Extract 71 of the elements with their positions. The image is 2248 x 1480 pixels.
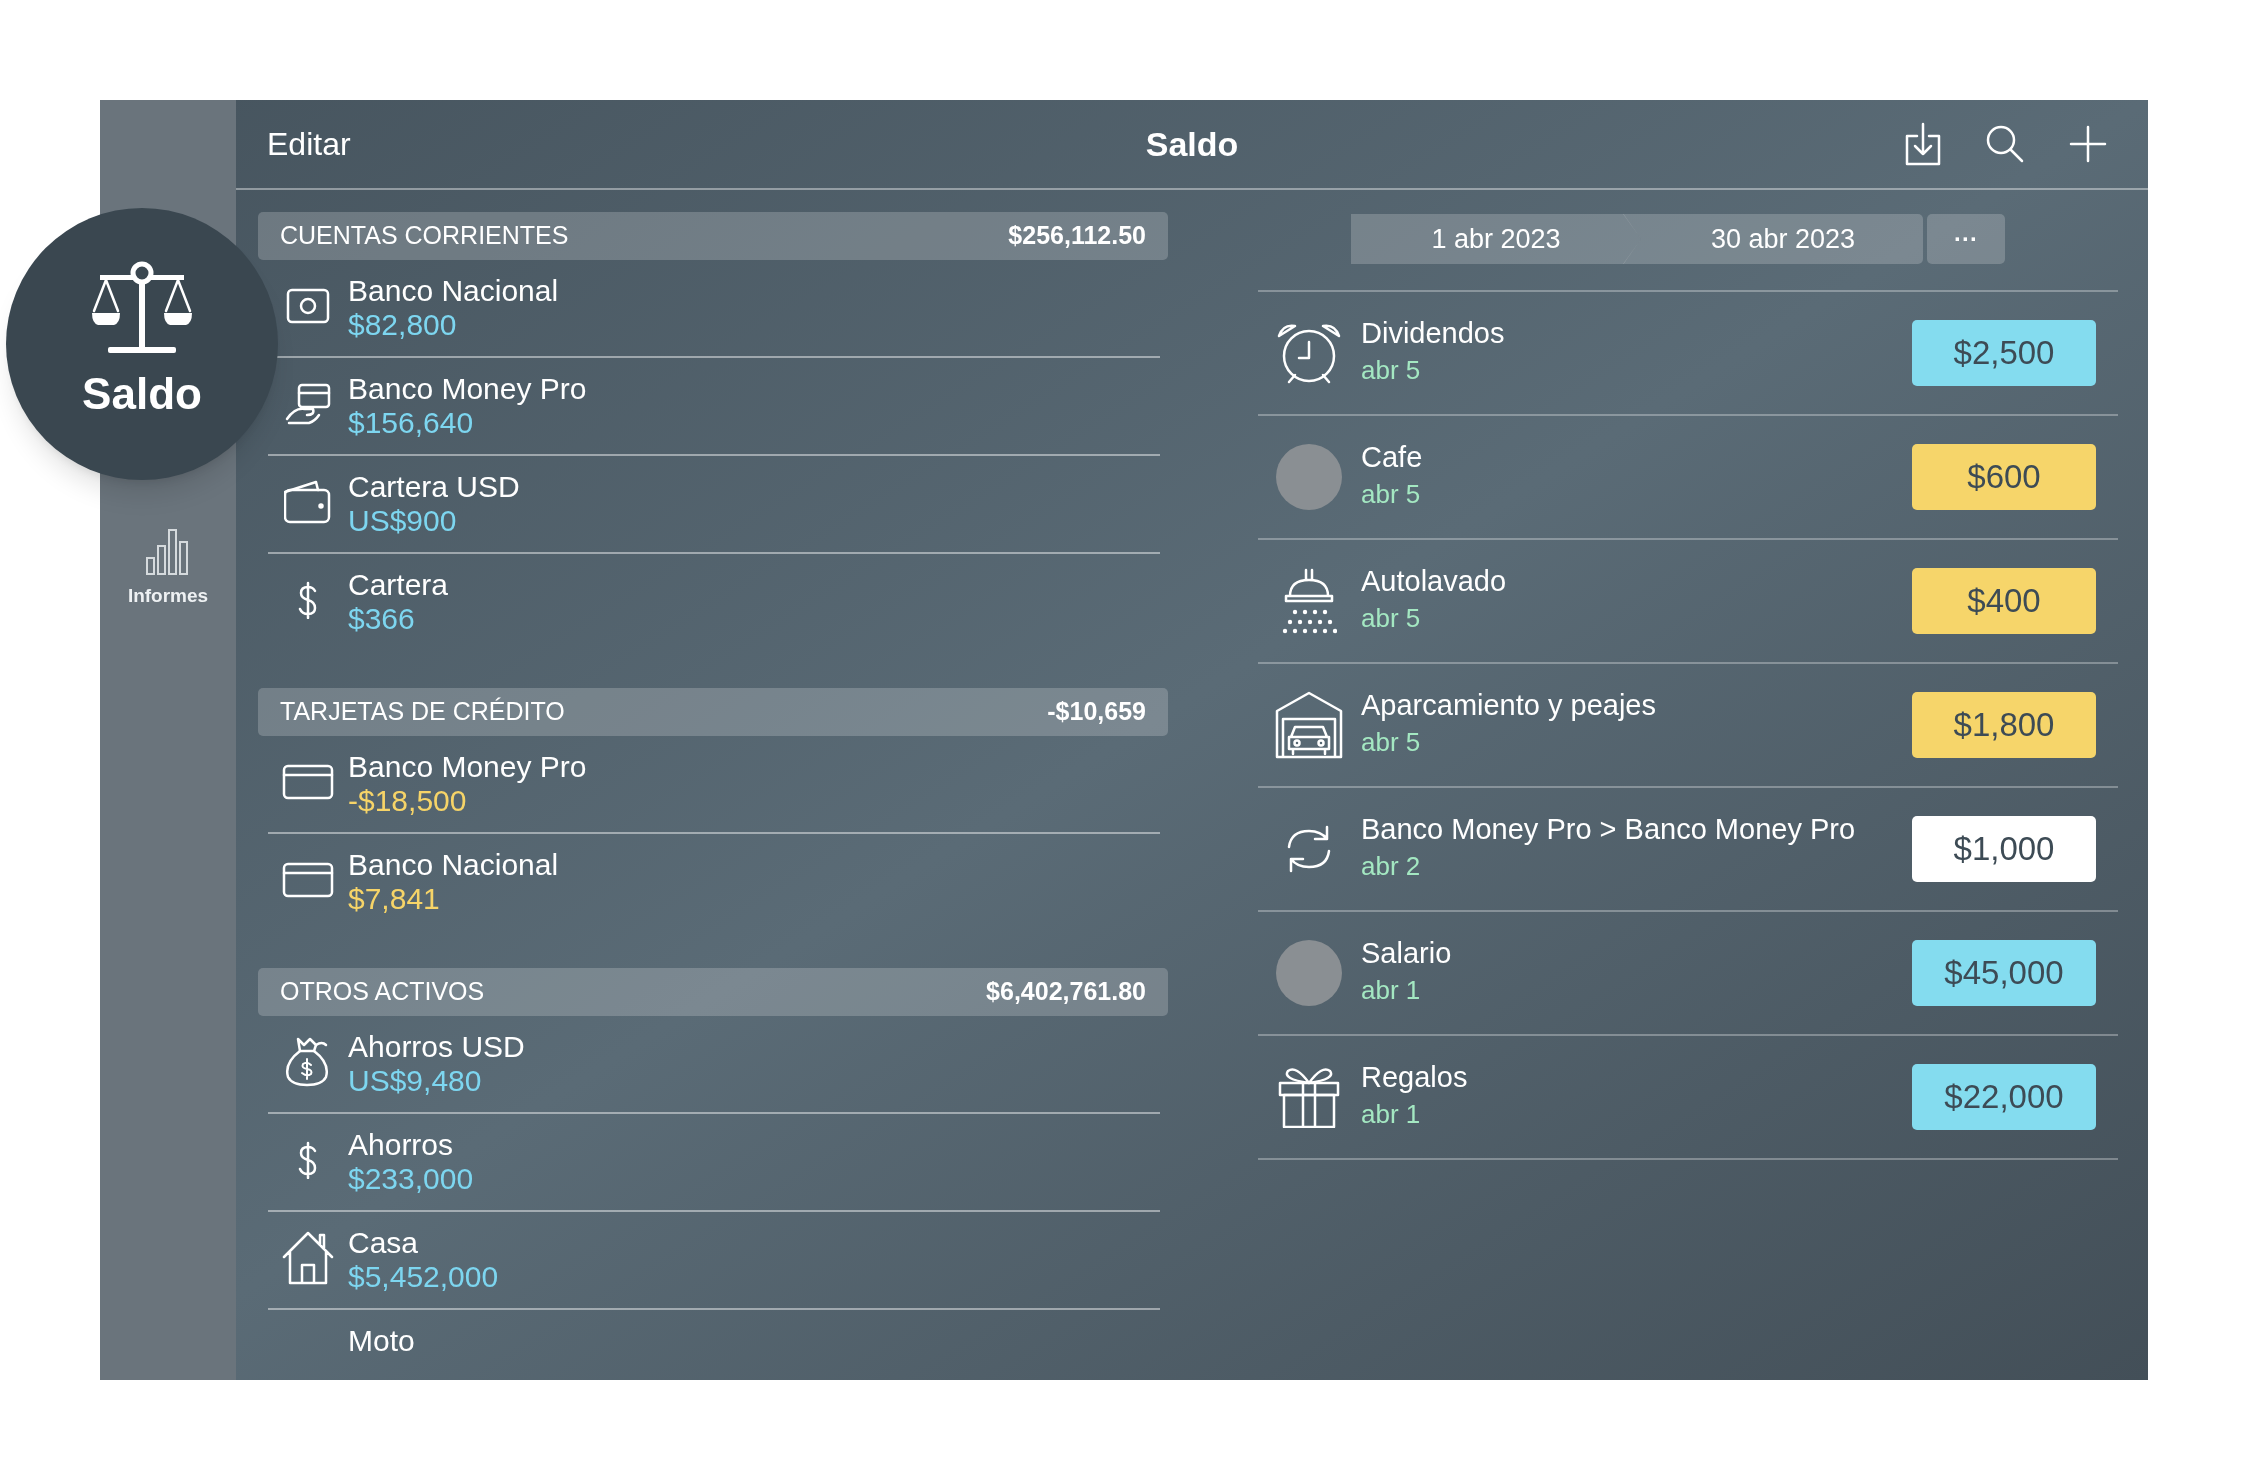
wallet-icon (284, 480, 332, 524)
transaction-date: abr 5 (1361, 726, 1422, 759)
account-balance: US$900 (348, 504, 458, 538)
transaction-title: Cafe (1361, 440, 1424, 475)
amount-badge: $400 (1912, 568, 2096, 634)
bar-chart-icon (145, 528, 191, 576)
account-name[interactable]: Moto (348, 1324, 415, 1358)
account-name[interactable]: Banco Money Pro (348, 750, 587, 784)
transaction-date: abr 2 (1361, 850, 1422, 883)
add-icon[interactable] (2069, 125, 2107, 163)
account-balance: $156,640 (348, 406, 475, 440)
more-button[interactable]: ··· (1927, 214, 2005, 264)
account-balance: $366 (348, 602, 416, 636)
start-date-button[interactable]: 1 abr 2023 (1351, 214, 1641, 264)
edit-button[interactable]: Editar (267, 120, 351, 168)
shower-icon (1281, 568, 1337, 634)
section-title: TARJETAS DE CRÉDITO (280, 696, 565, 728)
account-name[interactable]: Cartera USD (348, 470, 520, 504)
section-title: OTROS ACTIVOS (280, 976, 485, 1008)
amount-badge: $2,500 (1912, 320, 2096, 386)
transaction-date: abr 5 (1361, 602, 1422, 635)
transaction-title: Salario (1361, 936, 1453, 971)
section-total: -$10,659 (1047, 696, 1146, 728)
amount-badge: $1,800 (1912, 692, 2096, 758)
transaction-title: Autolavado (1361, 564, 1508, 599)
transaction-title: Regalos (1361, 1060, 1469, 1095)
account-name[interactable]: Casa (348, 1226, 499, 1260)
transaction-date: abr 5 (1361, 478, 1422, 511)
alarm-clock-icon (1277, 322, 1341, 384)
credit-card-icon (282, 764, 334, 800)
account-balance: -$18,500 (348, 784, 468, 818)
scale-icon (92, 261, 192, 353)
end-date-button[interactable]: 30 abr 2023 (1623, 214, 1923, 264)
account-name[interactable]: Banco Nacional (348, 274, 559, 308)
garage-car-icon (1275, 691, 1343, 759)
amount-badge: $600 (1912, 444, 2096, 510)
house-icon (282, 1231, 334, 1285)
section-title: CUENTAS CORRIENTES (280, 220, 569, 252)
transaction-title: Banco Money Pro > Banco Money Pro (1361, 812, 1857, 847)
dollar-icon (298, 1141, 318, 1179)
account-balance: $7,841 (348, 882, 441, 916)
section-total: $6,402,761.80 (986, 976, 1146, 1008)
card-icon (286, 288, 330, 324)
cash-hand-icon (285, 383, 331, 425)
account-name[interactable]: Ahorros USD (348, 1030, 525, 1064)
transaction-title: Aparcamiento y peajes (1361, 688, 1657, 723)
transaction-date: abr 5 (1361, 354, 1422, 387)
credit-card-icon (282, 862, 334, 898)
transaction-title: Dividendos (1361, 316, 1506, 351)
amount-badge: $45,000 (1912, 940, 2096, 1006)
transaction-date: abr 1 (1361, 974, 1422, 1007)
money-bag-icon (285, 1037, 331, 1087)
account-name[interactable]: Banco Nacional (348, 848, 559, 882)
window-title: Saldo (1145, 123, 1239, 165)
amount-badge: $22,000 (1912, 1064, 2096, 1130)
sync-arrows-icon (1287, 825, 1331, 873)
gift-icon (1278, 1066, 1340, 1128)
transaction-date: abr 1 (1361, 1098, 1422, 1131)
account-balance: $5,452,000 (348, 1260, 499, 1294)
amount-badge: $1,000 (1912, 816, 2096, 882)
download-icon[interactable] (1905, 122, 1941, 166)
account-balance: $233,000 (348, 1162, 474, 1196)
dollar-icon (298, 581, 318, 619)
sidebar-tab[interactable]: Informes (123, 528, 213, 611)
account-name[interactable]: Ahorros (348, 1128, 474, 1162)
section-total: $256,112.50 (1008, 220, 1146, 252)
account-balance: US$9,480 (348, 1064, 483, 1098)
account-balance: $82,800 (348, 308, 458, 342)
account-name[interactable]: Cartera (348, 568, 449, 602)
account-name[interactable]: Banco Money Pro (348, 372, 587, 406)
search-icon[interactable] (1985, 124, 2025, 164)
